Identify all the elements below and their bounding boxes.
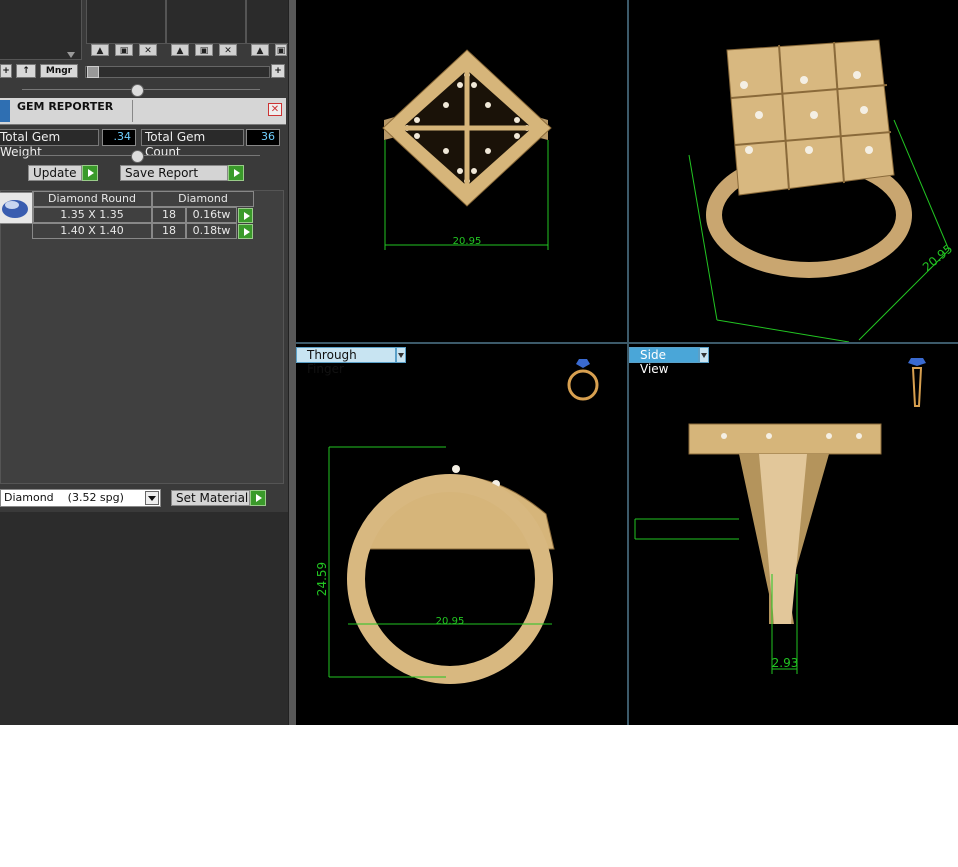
save-icon[interactable]: ▣ <box>275 44 287 56</box>
total-gem-weight-label: Total Gem Weight <box>0 129 99 159</box>
zoom-in-button[interactable]: + <box>271 64 285 78</box>
viewport-perspective[interactable]: 20.95 <box>629 0 958 343</box>
thickness-dimension-label: 2.93 <box>772 656 799 670</box>
save-report-go-icon[interactable] <box>228 165 244 181</box>
table-header-shape: Diamond Round <box>32 191 152 207</box>
collapse-toggle-icon[interactable] <box>131 84 144 97</box>
left-panel: ▲ ▣ ✕ ▲ ▣ ✕ ▲ ▣ + ↑ Mngr + GEM REPORTER … <box>0 0 292 725</box>
palette-slot-1[interactable] <box>0 0 82 60</box>
update-go-icon[interactable] <box>82 165 98 181</box>
move-up-icon[interactable]: ▲ <box>251 44 269 56</box>
delete-icon[interactable]: ✕ <box>219 44 237 56</box>
table-cell-weight: 0.18tw <box>186 223 237 239</box>
viewport-tab-side-view[interactable]: Side View <box>629 347 699 376</box>
gem-reporter-title: GEM REPORTER <box>17 100 114 113</box>
palette-slot-3[interactable] <box>166 0 246 44</box>
save-icon[interactable]: ▣ <box>195 44 213 56</box>
total-gem-weight-value: .34 <box>102 129 136 146</box>
scroll-down-icon[interactable] <box>67 52 75 58</box>
row-select-icon[interactable] <box>238 224 253 239</box>
row-select-icon[interactable] <box>238 208 253 223</box>
header-separator <box>132 100 133 122</box>
chevron-down-icon[interactable] <box>396 347 406 363</box>
material-select-value: Diamond (3.52 spg) <box>4 491 124 504</box>
move-up-icon[interactable]: ▲ <box>171 44 189 56</box>
palette-slot-4[interactable] <box>246 0 292 44</box>
update-button[interactable]: Update <box>28 165 82 181</box>
table-cell-count: 18 <box>152 223 186 239</box>
viewport-tab-through-finger[interactable]: Through Finger <box>296 347 396 376</box>
table-cell-size: 1.35 X 1.35 <box>32 207 152 223</box>
side-orientation-icon <box>908 358 926 407</box>
table-cell-count: 18 <box>152 207 186 223</box>
table-cell-size: 1.40 X 1.40 <box>32 223 152 239</box>
set-material-button[interactable]: Set Material <box>171 490 250 506</box>
gem-reporter-icon <box>0 100 10 122</box>
table-cell-weight: 0.16tw <box>186 207 237 223</box>
move-up-icon[interactable]: ▲ <box>91 44 109 56</box>
delete-icon[interactable]: ✕ <box>139 44 157 56</box>
add-icon[interactable]: + <box>0 64 12 78</box>
manager-button[interactable]: Mngr <box>40 64 78 78</box>
save-icon[interactable]: ▣ <box>115 44 133 56</box>
chevron-down-icon[interactable] <box>145 491 159 505</box>
close-icon[interactable]: ✕ <box>268 103 282 116</box>
top-dimension-label: 20.95 <box>453 236 482 247</box>
viewport-top[interactable]: 20.95 <box>296 0 627 342</box>
collapse-toggle-icon[interactable] <box>131 150 144 163</box>
palette-slot-2[interactable] <box>86 0 166 44</box>
viewport-through-finger[interactable]: Through Finger 24.59 20.95 <box>296 344 627 725</box>
set-material-go-icon[interactable] <box>250 490 266 506</box>
up-arrow-icon[interactable]: ↑ <box>16 64 36 78</box>
zoom-slider-thumb[interactable] <box>87 66 99 78</box>
top-view-ring-render: 20.95 <box>382 49 552 250</box>
perspective-dimension-label: 20.95 <box>920 241 955 274</box>
properties-area <box>0 512 288 725</box>
width-dimension-label: 20.95 <box>436 616 465 627</box>
save-report-button[interactable]: Save Report <box>120 165 228 181</box>
total-gem-count-label: Total Gem Count <box>141 129 244 159</box>
total-gem-count-value: 36 <box>246 129 280 146</box>
viewport-side[interactable]: Side View 2.93 <box>629 344 958 725</box>
chevron-down-icon[interactable] <box>699 347 709 363</box>
ring-orientation-icon <box>567 359 599 401</box>
material-select[interactable]: Diamond (3.52 spg) <box>0 489 161 507</box>
zoom-slider-track[interactable] <box>85 66 270 78</box>
gem-shape-thumbnail[interactable] <box>0 192 34 224</box>
round-diamond-icon <box>2 200 28 218</box>
perspective-ring-render: 20.95 <box>688 39 955 343</box>
panel-splitter[interactable] <box>288 0 296 725</box>
height-dimension-label: 24.59 <box>315 562 329 596</box>
table-header-material: Diamond <box>152 191 254 207</box>
